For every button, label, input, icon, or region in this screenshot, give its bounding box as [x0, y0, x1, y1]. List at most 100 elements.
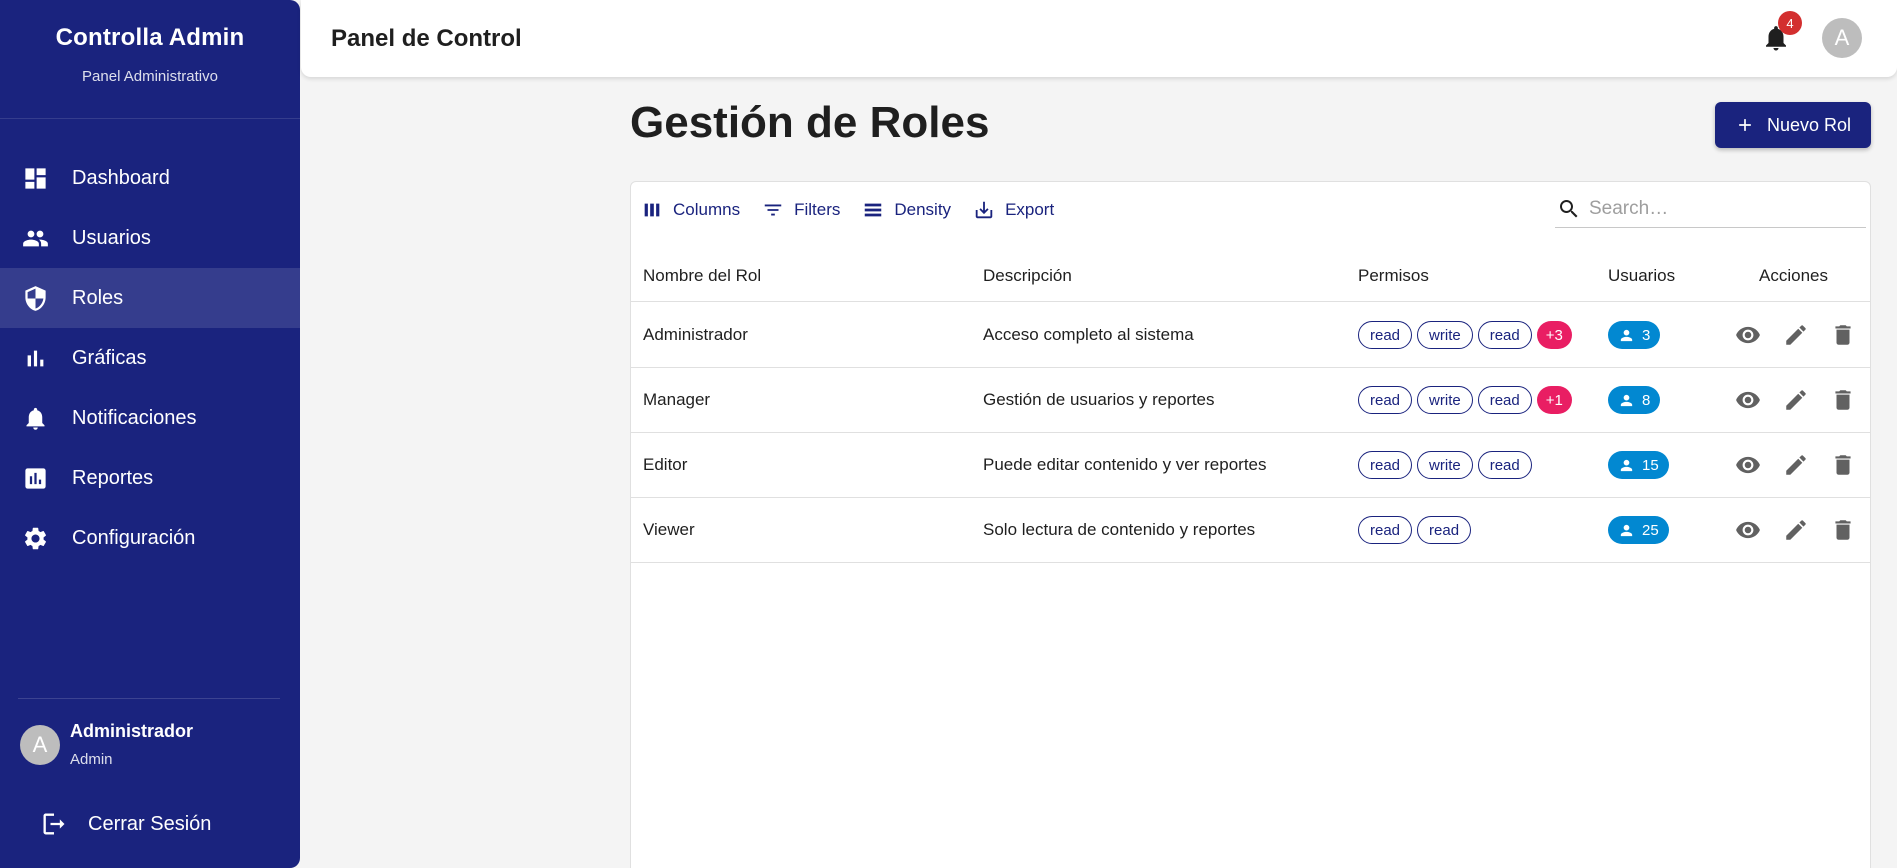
user-name: Administrador [70, 721, 194, 741]
logout-label: Cerrar Sesión [88, 812, 212, 835]
users-cell: 8 [1608, 368, 1661, 432]
view-button[interactable] [1735, 452, 1761, 478]
edit-button[interactable] [1783, 517, 1809, 543]
column-header-name[interactable]: Nombre del Rol [643, 250, 761, 302]
sidebar-item-dashboard[interactable]: Dashboard [0, 148, 300, 208]
role-name: Manager [643, 390, 711, 409]
sidebar-divider [18, 698, 280, 699]
column-header-actions: Acciones [1759, 266, 1828, 285]
sidebar-item-graficas[interactable]: Gráficas [0, 328, 300, 388]
user-count-chip: 15 [1608, 451, 1669, 479]
shield-icon [25, 285, 46, 311]
sidebar-item-label: Roles [72, 286, 124, 309]
users-cell: 15 [1608, 433, 1669, 497]
logout-icon [43, 813, 65, 835]
search-box [1555, 190, 1866, 228]
people-icon [23, 230, 48, 246]
search-icon [1560, 199, 1578, 217]
view-button[interactable] [1735, 517, 1761, 543]
edit-button[interactable] [1783, 322, 1809, 348]
search-input[interactable] [1589, 197, 1849, 220]
export-icon [975, 201, 993, 219]
permission-chip: read [1358, 451, 1413, 479]
table-row[interactable]: Viewer Solo lectura de contenido y repor… [631, 498, 1870, 563]
users-cell: 25 [1608, 498, 1669, 562]
columns-button[interactable]: Columns [641, 199, 740, 221]
pencil-icon [1786, 520, 1806, 540]
user-count: 8 [1642, 391, 1651, 409]
export-label: Export [1005, 200, 1055, 219]
sidebar-item-label: Notificaciones [72, 406, 197, 429]
eye-icon [1736, 326, 1760, 344]
plus-icon [1739, 119, 1751, 131]
delete-button[interactable] [1830, 452, 1856, 478]
sidebar-item-configuracion[interactable]: Configuración [0, 508, 300, 568]
user-count-chip: 3 [1608, 321, 1661, 349]
delete-button[interactable] [1830, 517, 1856, 543]
permission-chip: read [1477, 386, 1532, 414]
logout-button[interactable]: Cerrar Sesión [40, 810, 211, 838]
sidebar-item-label: Gráficas [72, 346, 147, 369]
new-role-button[interactable]: Nuevo Rol [1715, 102, 1871, 148]
role-description: Acceso completo al sistema [983, 325, 1194, 344]
eye-icon [1736, 456, 1760, 474]
trash-icon [1835, 325, 1851, 345]
avatar: A [20, 724, 60, 765]
page-title: Gestión de Roles [630, 98, 990, 147]
roles-grid: Columns Filters Density Export Nombre de… [630, 181, 1871, 868]
role-name: Administrador [643, 325, 748, 344]
density-icon [865, 203, 882, 217]
column-header-permissions[interactable]: Permisos [1358, 250, 1429, 302]
sidebar-item-notificaciones[interactable]: Notificaciones [0, 388, 300, 448]
edit-button[interactable] [1783, 387, 1809, 413]
sidebar: Controlla Admin Panel Administrativo Das… [0, 0, 300, 868]
role-description: Gestión de usuarios y reportes [983, 390, 1215, 409]
delete-button[interactable] [1830, 387, 1856, 413]
brand: Controlla Admin Panel Administrativo [0, 0, 300, 119]
brand-subtitle: Panel Administrativo [82, 68, 218, 85]
delete-button[interactable] [1830, 322, 1856, 348]
sidebar-item-label: Usuarios [72, 226, 151, 249]
permissions-cell: read write read +3 [1358, 303, 1572, 367]
permission-chip: read [1358, 386, 1413, 414]
pencil-icon [1786, 325, 1806, 345]
gear-icon [24, 527, 47, 549]
person-icon [1620, 394, 1633, 406]
view-button[interactable] [1735, 387, 1761, 413]
column-header-description[interactable]: Descripción [983, 250, 1072, 302]
table-row[interactable]: Administrador Acceso completo al sistema… [631, 303, 1870, 368]
permissions-cell: read read [1358, 498, 1476, 562]
pencil-icon [1786, 390, 1806, 410]
table-row[interactable]: Editor Puede editar contenido y ver repo… [631, 433, 1870, 498]
user-role: Admin [70, 751, 113, 768]
permission-chip: write [1417, 386, 1473, 414]
column-header-users[interactable]: Usuarios [1608, 250, 1675, 302]
table-row[interactable]: Manager Gestión de usuarios y reportes r… [631, 368, 1870, 433]
sidebar-item-roles[interactable]: Roles [0, 268, 300, 328]
sidebar-user: A Administrador Admin [20, 721, 193, 768]
bell-icon [26, 407, 45, 430]
eye-icon [1736, 521, 1760, 539]
sidebar-item-usuarios[interactable]: Usuarios [0, 208, 300, 268]
permission-chip: read [1477, 321, 1532, 349]
role-description: Solo lectura de contenido y reportes [983, 520, 1256, 539]
sidebar-item-reportes[interactable]: Reportes [0, 448, 300, 508]
filters-label: Filters [794, 200, 841, 219]
density-button[interactable]: Density [862, 199, 951, 221]
columns-icon [644, 203, 660, 217]
header-avatar[interactable]: A [1822, 18, 1862, 58]
role-name: Viewer [643, 520, 695, 539]
more-permissions-chip: +3 [1536, 321, 1572, 349]
filters-button[interactable]: Filters [762, 199, 840, 221]
new-role-label: Nuevo Rol [1766, 114, 1852, 135]
filter-icon [764, 204, 782, 216]
user-count: 3 [1642, 326, 1651, 344]
permission-chip: read [1477, 451, 1532, 479]
sidebar-nav: Dashboard Usuarios Roles Gráficas Notifi… [0, 148, 300, 568]
columns-label: Columns [673, 200, 741, 219]
export-button[interactable]: Export [973, 199, 1054, 221]
edit-button[interactable] [1783, 452, 1809, 478]
role-description: Puede editar contenido y ver reportes [983, 455, 1267, 474]
top-bar: Panel de Control 4 A [301, 0, 1897, 77]
view-button[interactable] [1735, 322, 1761, 348]
